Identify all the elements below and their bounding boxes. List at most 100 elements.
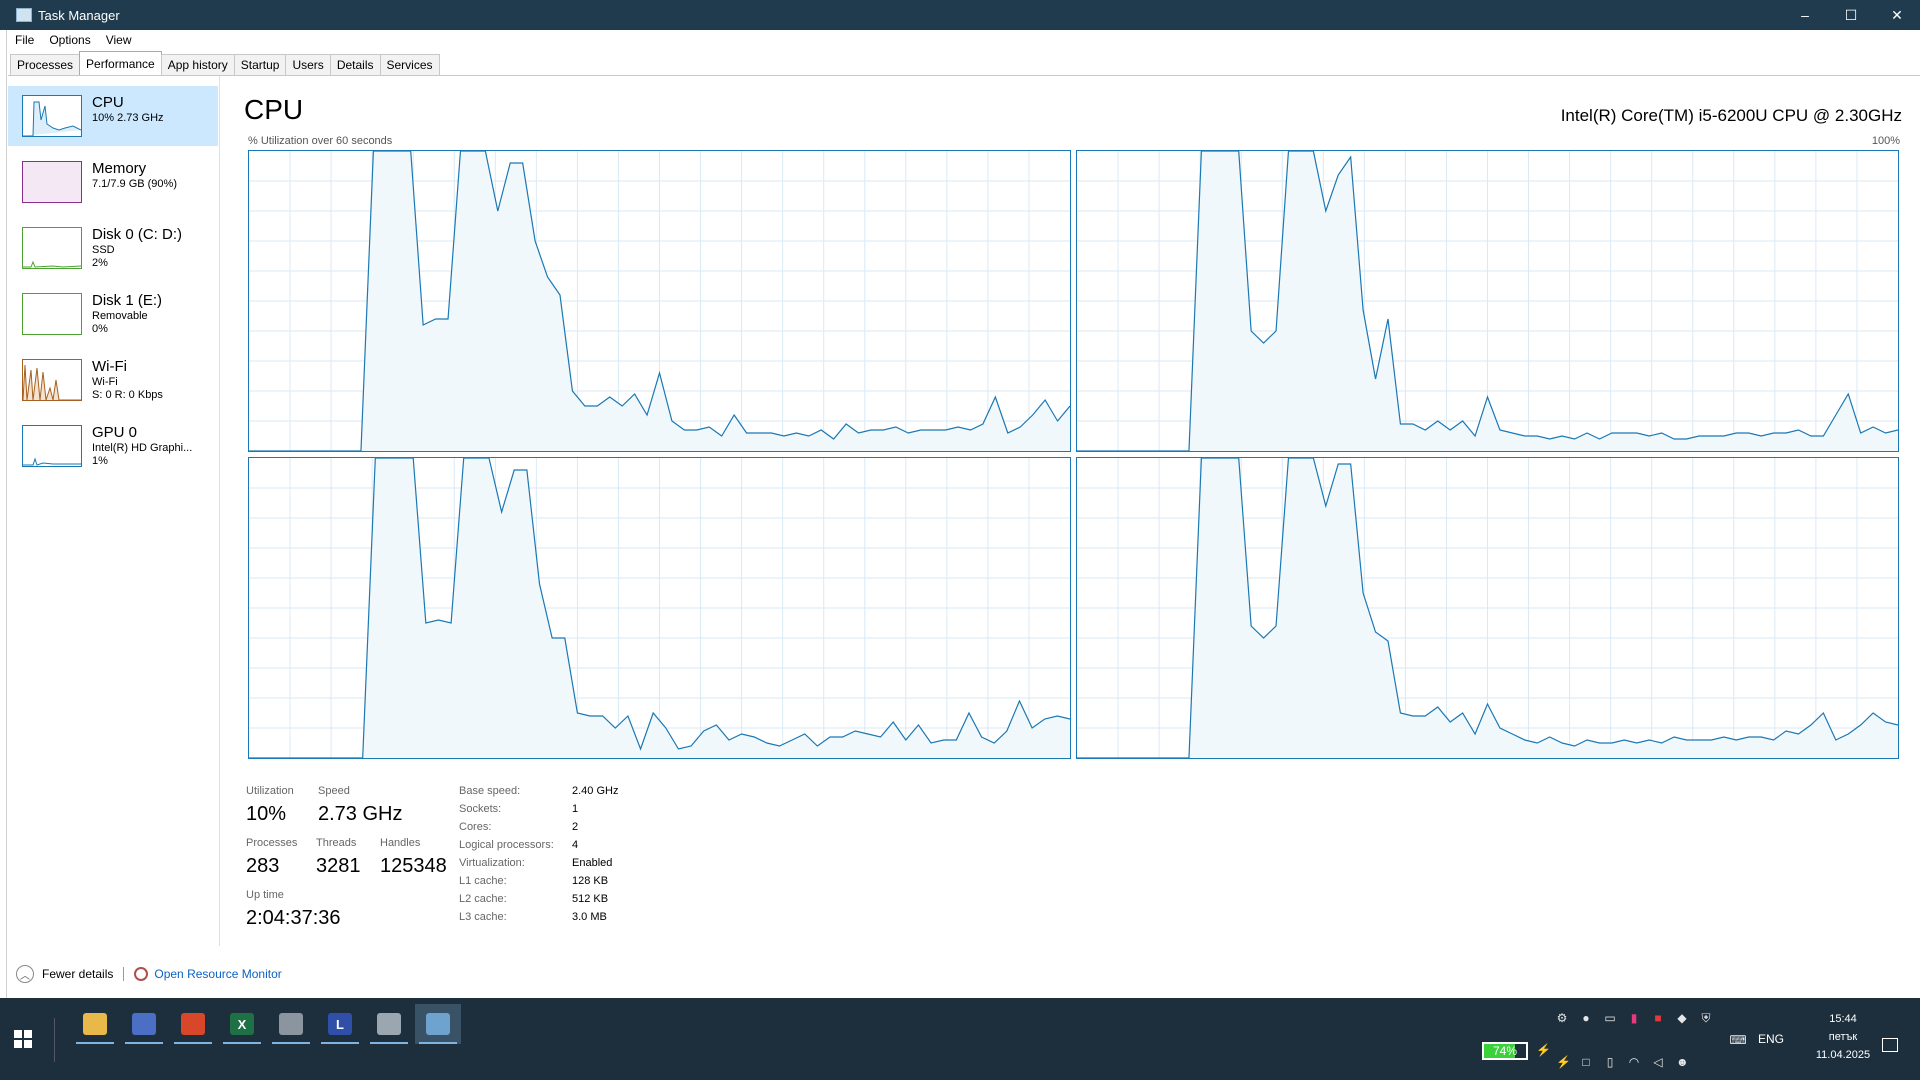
graph-max-label: 100% (1871, 135, 1900, 147)
windows-start-icon[interactable] (14, 1030, 32, 1048)
logical-processor-graph-0[interactable] (248, 150, 1071, 452)
sidebar-item-label: Disk 0 (C: D:) (92, 226, 182, 243)
menu-file[interactable]: File (8, 33, 42, 47)
battery-indicator[interactable]: 74% (1482, 1042, 1528, 1060)
base-speed-label: Base speed: (459, 785, 521, 797)
page-title: CPU (244, 94, 304, 125)
cpu-model-name: Intel(R) Core(TM) i5-6200U CPU @ 2.30GHz (1560, 106, 1902, 125)
save-app-icon (132, 1013, 156, 1035)
file-explorer-icon (83, 1013, 107, 1035)
network-activity-icon[interactable]: ● (1580, 1012, 1592, 1024)
close-button[interactable]: ✕ (1874, 0, 1920, 30)
performance-sidebar: CPU 10% 2.73 GHz Memory 7.1/7.9 GB (90%)… (8, 86, 218, 482)
footer-separator (123, 967, 125, 981)
sidebar-item-detail-2: S: 0 R: 0 Kbps (92, 389, 163, 401)
cpu-graph-svg (249, 458, 1070, 758)
tab-details[interactable]: Details (329, 54, 381, 76)
logical-processor-graph-1[interactable] (1076, 150, 1899, 452)
cores-value: 2 (572, 821, 579, 833)
sockets-label: Sockets: (459, 803, 502, 815)
logical-processors-label: Logical processors: (459, 839, 554, 851)
taskbar-app-remote-app[interactable] (268, 1004, 314, 1044)
utilization-label: Utilization (246, 785, 294, 797)
taskbar-app-l-app[interactable]: L (317, 1004, 363, 1044)
menu-options[interactable]: Options (42, 33, 98, 47)
language-indicator[interactable]: ENG (1758, 1032, 1784, 1046)
window-controls: – ☐ ✕ (1782, 0, 1920, 30)
notification-center-icon[interactable] (1882, 1038, 1898, 1052)
sidebar-item-label: Disk 1 (E:) (92, 292, 163, 309)
uptime-value: 2:04:37:36 (246, 907, 341, 929)
virtualization-label: Virtualization: (459, 857, 525, 869)
tray-app-icon[interactable]: ◆ (1676, 1012, 1688, 1024)
taskbar-app-task-manager[interactable] (415, 1004, 461, 1044)
tab-users[interactable]: Users (285, 54, 331, 76)
task-manager-icon (426, 1013, 450, 1035)
settings-gear-icon[interactable]: ⚙ (1556, 1012, 1568, 1024)
threads-label: Threads (316, 837, 357, 849)
tray-icon-2[interactable]: □ (1580, 1056, 1592, 1068)
app-tray-icon[interactable]: ▮ (1628, 1012, 1640, 1024)
taskbar-app-excel[interactable]: X (219, 1004, 265, 1044)
sidebar-item-detail-2: 2% (92, 257, 108, 269)
cpu-graph-svg (1077, 458, 1898, 758)
power-plug-icon: ⚡ (1536, 1043, 1551, 1057)
logical-processors-value: 4 (572, 839, 579, 851)
graph-caption: % Utilization over 60 seconds (248, 135, 393, 147)
fewer-details-link[interactable]: Fewer details (42, 967, 113, 981)
menu-bar: File Options View (8, 30, 140, 50)
sidebar-item-disk1[interactable]: Disk 1 (E:) Removable 0% (8, 284, 218, 344)
running-indicator (76, 1042, 114, 1044)
cores-label: Cores: (459, 821, 492, 833)
taskbar-app-file-explorer[interactable] (72, 1004, 118, 1044)
tab-startup[interactable]: Startup (233, 54, 287, 76)
tab-app-history[interactable]: App history (160, 54, 235, 76)
base-speed-value: 2.40 GHz (572, 785, 619, 797)
l3-cache-value: 3.0 MB (572, 911, 607, 923)
sidebar-item-cpu[interactable]: CPU 10% 2.73 GHz (8, 86, 218, 146)
running-indicator (419, 1042, 457, 1044)
clock[interactable]: 15:44 петък 11.04.2025 (1788, 1010, 1898, 1064)
tray-icon-1[interactable]: ⚡ (1556, 1056, 1571, 1068)
volume-icon[interactable]: ◁ (1652, 1056, 1664, 1068)
battery-status-icon[interactable]: ▭ (1604, 1012, 1616, 1024)
wifi-icon[interactable]: ◠ (1628, 1056, 1640, 1068)
l3-cache-label: L3 cache: (459, 911, 507, 923)
memory-thumbnail-graph (22, 161, 82, 203)
minimize-button[interactable]: – (1782, 0, 1828, 30)
disk1-thumbnail-graph (22, 293, 82, 335)
processes-value: 283 (246, 855, 280, 877)
tab-processes[interactable]: Processes (10, 54, 81, 76)
usb-icon[interactable]: ▯ (1604, 1056, 1616, 1068)
logical-processor-graph-2[interactable] (248, 457, 1071, 759)
maximize-button[interactable]: ☐ (1828, 0, 1874, 30)
chrome-icon (181, 1013, 205, 1035)
sidebar-item-gpu0[interactable]: GPU 0 Intel(R) HD Graphi... 1% (8, 416, 218, 476)
running-indicator (370, 1042, 408, 1044)
cpu-thumbnail-svg (23, 101, 81, 136)
sidebar-item-detail-2: 0% (92, 323, 108, 335)
taskbar-app-save-app[interactable] (121, 1004, 167, 1044)
sidebar-item-memory[interactable]: Memory 7.1/7.9 GB (90%) (8, 152, 218, 212)
disk0-thumbnail-graph (22, 227, 82, 269)
recorder-icon[interactable]: ■ (1652, 1012, 1664, 1024)
sidebar-item-wifi[interactable]: Wi-Fi Wi-Fi S: 0 R: 0 Kbps (8, 350, 218, 410)
sidebar-item-detail: Wi-Fi (92, 376, 118, 388)
people-icon[interactable]: ☻ (1676, 1056, 1689, 1068)
sidebar-item-disk0[interactable]: Disk 0 (C: D:) SSD 2% (8, 218, 218, 278)
open-resource-monitor-link[interactable]: Open Resource Monitor (154, 967, 281, 981)
utilization-value: 10% (246, 803, 287, 825)
tab-performance[interactable]: Performance (79, 51, 162, 75)
remote-app-icon (279, 1013, 303, 1035)
chevron-up-icon[interactable]: ︿ (16, 965, 34, 983)
task-manager-icon (16, 8, 32, 22)
tab-services[interactable]: Services (379, 54, 440, 76)
logical-processor-graph-3[interactable] (1076, 457, 1899, 759)
shield-icon[interactable]: ⛨ (1700, 1012, 1712, 1024)
menu-view[interactable]: View (99, 33, 140, 47)
taskbar-app-paint-app[interactable] (366, 1004, 412, 1044)
taskbar-app-chrome[interactable] (170, 1004, 216, 1044)
wifi-thumbnail-svg (23, 364, 81, 400)
l-app-icon: L (328, 1013, 352, 1035)
keyboard-icon[interactable]: ⌨ (1728, 1034, 1748, 1046)
